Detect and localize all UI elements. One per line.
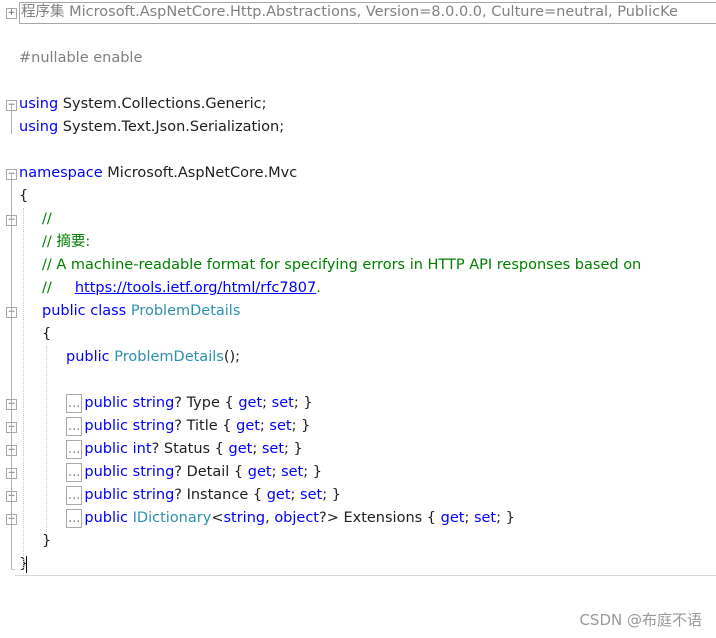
type-keyword: string <box>132 395 175 411</box>
comment-text: . <box>316 280 321 296</box>
get-keyword: get <box>228 441 253 457</box>
get-keyword: get <box>238 395 263 411</box>
separator: ; <box>262 395 272 411</box>
constructor-name: ProblemDetails <box>114 349 224 365</box>
watermark: CSDN @布庭不语 <box>579 611 702 629</box>
text-cursor <box>26 556 27 573</box>
get-keyword: get <box>440 510 465 526</box>
separator: , <box>265 510 275 526</box>
collapsed-region-button[interactable]: ... <box>66 393 83 413</box>
separator: ; <box>464 510 474 526</box>
assembly-header-box <box>19 2 716 24</box>
public-keyword: public <box>84 441 129 457</box>
collapsed-region-button[interactable]: ... <box>66 439 83 459</box>
type-keyword: object <box>274 510 319 526</box>
separator: ; <box>271 464 282 480</box>
rfc-link[interactable]: https://tools.ietf.org/html/rfc7807 <box>75 280 316 296</box>
collapsed-region-button[interactable]: ... <box>66 462 83 482</box>
comment-text: // 摘要: <box>42 234 91 250</box>
type-name: IDictionary <box>132 510 212 526</box>
public-keyword: public <box>84 510 129 526</box>
get-keyword: get <box>236 418 260 434</box>
fold-line <box>11 311 12 545</box>
brace: } <box>42 533 52 549</box>
comment-text: // <box>42 280 75 296</box>
type-keyword: string <box>132 464 175 480</box>
namespace-name: Microsoft.AspNetCore.Mvc <box>102 165 298 181</box>
collapsed-region-button[interactable]: ... <box>66 508 83 528</box>
accessor-end: ; } <box>291 418 311 434</box>
fold-line <box>11 219 12 293</box>
fold-line <box>11 104 12 134</box>
collapsed-region-button[interactable]: ... <box>66 416 83 436</box>
class-keyword: public class <box>42 303 127 319</box>
type-keyword: string <box>132 418 175 434</box>
separator: ; <box>259 418 270 434</box>
property-name: ? Title { <box>174 418 237 434</box>
set-keyword: set <box>281 464 304 480</box>
accessor-end: ; } <box>293 395 313 411</box>
set-keyword: set <box>269 418 292 434</box>
accessor-end: ; } <box>496 510 515 526</box>
editor-bottom-border <box>15 575 716 576</box>
public-keyword: public <box>84 418 129 434</box>
constructor-parens: (); <box>223 349 241 365</box>
type-keyword: string <box>223 510 266 526</box>
set-keyword: set <box>300 487 323 503</box>
comment-text: // <box>42 211 52 227</box>
generic-open: < <box>211 510 224 526</box>
public-keyword: public <box>84 395 129 411</box>
indent-guide <box>23 208 24 568</box>
type-keyword: int <box>132 441 152 457</box>
brace: { <box>42 326 52 342</box>
brace: { <box>19 188 29 204</box>
public-keyword: public <box>84 487 129 503</box>
using-namespace: System.Collections.Generic; <box>58 96 267 112</box>
property-name: ? Detail { <box>174 464 248 480</box>
fold-line-end <box>11 569 15 570</box>
get-keyword: get <box>247 464 272 480</box>
code-editor[interactable]: + 程序集 Microsoft.AspNetCore.Http.Abstract… <box>0 0 716 638</box>
expand-icon[interactable]: + <box>6 8 17 19</box>
set-keyword: set <box>261 441 285 457</box>
property-name: ?> Extensions { <box>319 510 441 526</box>
accessor-end: ; } <box>303 464 322 480</box>
public-keyword: public <box>84 464 129 480</box>
type-keyword: string <box>132 487 175 503</box>
indent-guide <box>46 346 47 532</box>
accessor-end: ; } <box>284 441 303 457</box>
pragma-text: #nullable enable <box>19 50 143 66</box>
using-keyword: using <box>19 96 59 112</box>
comment-text: // A machine-readable format for specify… <box>42 257 642 273</box>
collapsed-region-button[interactable]: ... <box>66 485 83 505</box>
public-keyword: public <box>66 349 110 365</box>
separator: ; <box>290 487 301 503</box>
accessor-end: ; } <box>322 487 341 503</box>
separator: ; <box>252 441 262 457</box>
set-keyword: set <box>271 395 294 411</box>
using-namespace: System.Text.Json.Serialization; <box>58 119 285 135</box>
set-keyword: set <box>473 510 497 526</box>
get-keyword: get <box>266 487 291 503</box>
property-name: ? Status { <box>151 441 229 457</box>
property-name: ? Type { <box>174 395 239 411</box>
class-name: ProblemDetails <box>130 303 241 319</box>
namespace-keyword: namespace <box>19 165 103 181</box>
property-name: ? Instance { <box>174 487 267 503</box>
using-keyword: using <box>19 119 59 135</box>
